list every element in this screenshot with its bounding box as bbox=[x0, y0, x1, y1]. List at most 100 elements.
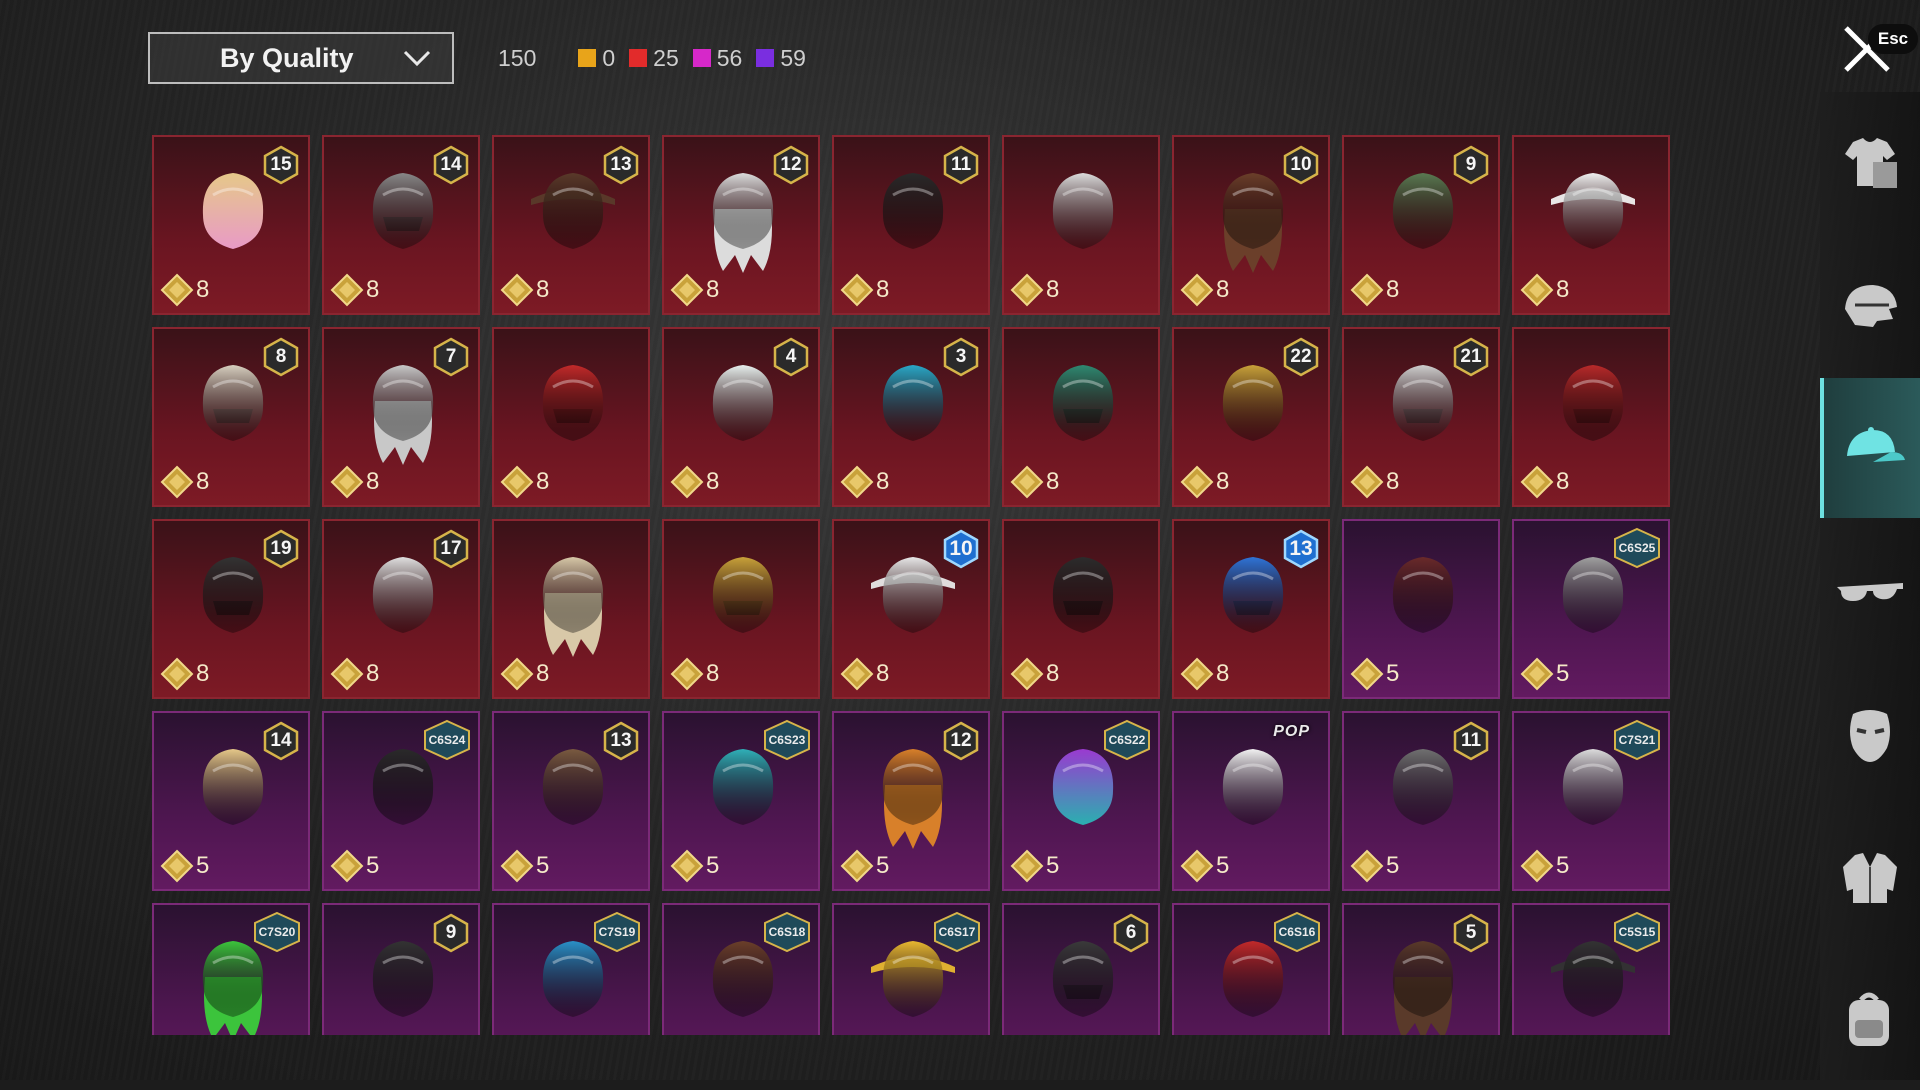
inventory-item[interactable]: 88 bbox=[152, 327, 310, 507]
inventory-item[interactable]: 19 8 bbox=[152, 519, 310, 699]
currency-icon bbox=[330, 849, 364, 883]
inventory-item[interactable]: 17 8 bbox=[322, 519, 480, 699]
price-value: 8 bbox=[1386, 276, 1400, 303]
inventory-item[interactable]: 10 8 bbox=[1172, 135, 1330, 315]
level-badge: 21 bbox=[1452, 337, 1490, 377]
season-code: C6S23 bbox=[768, 733, 806, 747]
inventory-item[interactable]: 38 bbox=[832, 327, 990, 507]
inventory-item[interactable]: C6S16 bbox=[1172, 903, 1330, 1035]
currency-icon bbox=[670, 273, 704, 307]
inventory-item[interactable]: 11 5 bbox=[1342, 711, 1500, 891]
inventory-item[interactable]: 8 bbox=[1002, 135, 1160, 315]
price: 8 bbox=[500, 465, 549, 499]
inventory-item[interactable]: 8 bbox=[1002, 327, 1160, 507]
inventory-item[interactable]: C7S19 bbox=[492, 903, 650, 1035]
inventory-item[interactable]: C6S17 bbox=[832, 903, 990, 1035]
inventory-item[interactable]: 13 8 bbox=[492, 135, 650, 315]
season-code: C7S21 bbox=[1618, 733, 1656, 747]
inventory-item[interactable]: POP 5 bbox=[1172, 711, 1330, 891]
inventory-item[interactable]: 12 5 bbox=[832, 711, 990, 891]
level-badge: 13 bbox=[602, 721, 640, 761]
inventory-item[interactable]: 14 8 bbox=[322, 135, 480, 315]
sidebar-item-jackets[interactable] bbox=[1820, 807, 1920, 947]
sidebar-item-outfit[interactable] bbox=[1820, 92, 1920, 232]
currency-icon bbox=[840, 849, 874, 883]
season-code: C6S24 bbox=[428, 733, 466, 747]
inventory-item[interactable]: 15 8 bbox=[152, 135, 310, 315]
price: 8 bbox=[1180, 657, 1229, 691]
price-value: 5 bbox=[1046, 852, 1060, 879]
inventory-item[interactable]: 22 8 bbox=[1172, 327, 1330, 507]
inventory-item[interactable]: 8 bbox=[662, 519, 820, 699]
inventory-item[interactable]: 11 8 bbox=[832, 135, 990, 315]
inventory-item[interactable]: 48 bbox=[662, 327, 820, 507]
white-hair-horns-icon bbox=[1033, 159, 1133, 277]
level-badge: 8 bbox=[262, 337, 300, 377]
sidebar-item-hats[interactable] bbox=[1820, 378, 1920, 518]
price-value: 5 bbox=[706, 852, 720, 879]
inventory-item[interactable]: C6S18 bbox=[662, 903, 820, 1035]
season-code: C6S17 bbox=[938, 925, 976, 939]
inventory-item[interactable]: 21 8 bbox=[1342, 327, 1500, 507]
price: 8 bbox=[1180, 465, 1229, 499]
inventory-item[interactable]: 78 bbox=[322, 327, 480, 507]
season-badge: C6S16 bbox=[1272, 911, 1322, 953]
price: 5 bbox=[1350, 657, 1399, 691]
price: 8 bbox=[1010, 657, 1059, 691]
level-badge-value: 9 bbox=[445, 922, 457, 943]
season-code: C6S16 bbox=[1278, 925, 1316, 939]
inventory-item[interactable]: 8 bbox=[1512, 135, 1670, 315]
currency-icon bbox=[840, 657, 874, 691]
price: 8 bbox=[1180, 273, 1229, 307]
price: 8 bbox=[500, 657, 549, 691]
inventory-item[interactable]: 10 8 bbox=[832, 519, 990, 699]
inventory-item[interactable]: 5 bbox=[1342, 519, 1500, 699]
price: 8 bbox=[1350, 273, 1399, 307]
price: 8 bbox=[670, 273, 719, 307]
inventory-item[interactable]: 8 bbox=[1512, 327, 1670, 507]
inventory-item[interactable]: C6S24 5 bbox=[322, 711, 480, 891]
season-badge: C7S20 bbox=[252, 911, 302, 953]
level-badge-value: 5 bbox=[1465, 922, 1477, 943]
currency-icon bbox=[160, 273, 194, 307]
sidebar-item-headgear[interactable] bbox=[1820, 235, 1920, 375]
price: 8 bbox=[330, 657, 379, 691]
sort-dropdown[interactable]: By Quality bbox=[148, 32, 454, 84]
price-value: 5 bbox=[1386, 852, 1400, 879]
inventory-item[interactable]: 8 bbox=[492, 327, 650, 507]
sidebar-item-backpacks[interactable] bbox=[1820, 950, 1920, 1090]
currency-icon bbox=[670, 657, 704, 691]
level-badge-value: 10 bbox=[949, 537, 973, 560]
inventory-item[interactable]: 13 8 bbox=[1172, 519, 1330, 699]
price: 8 bbox=[840, 465, 889, 499]
price: 8 bbox=[840, 273, 889, 307]
inventory-item[interactable]: 5 bbox=[1342, 903, 1500, 1035]
inventory-item[interactable]: C7S20 bbox=[152, 903, 310, 1035]
inventory-item[interactable]: 14 5 bbox=[152, 711, 310, 891]
price: 5 bbox=[840, 849, 889, 883]
inventory-item[interactable]: 12 8 bbox=[662, 135, 820, 315]
price: 8 bbox=[500, 273, 549, 307]
quality-count-value: 0 bbox=[602, 44, 616, 71]
inventory-item[interactable]: C5S15 bbox=[1512, 903, 1670, 1035]
inventory-item[interactable]: 8 bbox=[492, 519, 650, 699]
inventory-item[interactable]: 98 bbox=[1342, 135, 1500, 315]
red-helmet-icon bbox=[523, 351, 623, 469]
price: 5 bbox=[160, 849, 209, 883]
inventory-item[interactable]: 9 bbox=[322, 903, 480, 1035]
inventory-item[interactable]: C6S22 5 bbox=[1002, 711, 1160, 891]
level-badge-value: 13 bbox=[610, 730, 632, 751]
sidebar-item-eyewear[interactable] bbox=[1820, 521, 1920, 661]
inventory-item[interactable]: 6 bbox=[1002, 903, 1160, 1035]
season-badge: C6S17 bbox=[932, 911, 982, 953]
sidebar-item-masks[interactable] bbox=[1820, 664, 1920, 804]
inventory-item[interactable]: 8 bbox=[1002, 519, 1160, 699]
level-badge: 13 bbox=[602, 145, 640, 185]
level-badge-value: 12 bbox=[950, 730, 972, 751]
price: 8 bbox=[160, 273, 209, 307]
currency-icon bbox=[1180, 273, 1214, 307]
inventory-item[interactable]: 13 5 bbox=[492, 711, 650, 891]
inventory-item[interactable]: C6S23 5 bbox=[662, 711, 820, 891]
inventory-item[interactable]: C6S25 5 bbox=[1512, 519, 1670, 699]
inventory-item[interactable]: C7S21 5 bbox=[1512, 711, 1670, 891]
